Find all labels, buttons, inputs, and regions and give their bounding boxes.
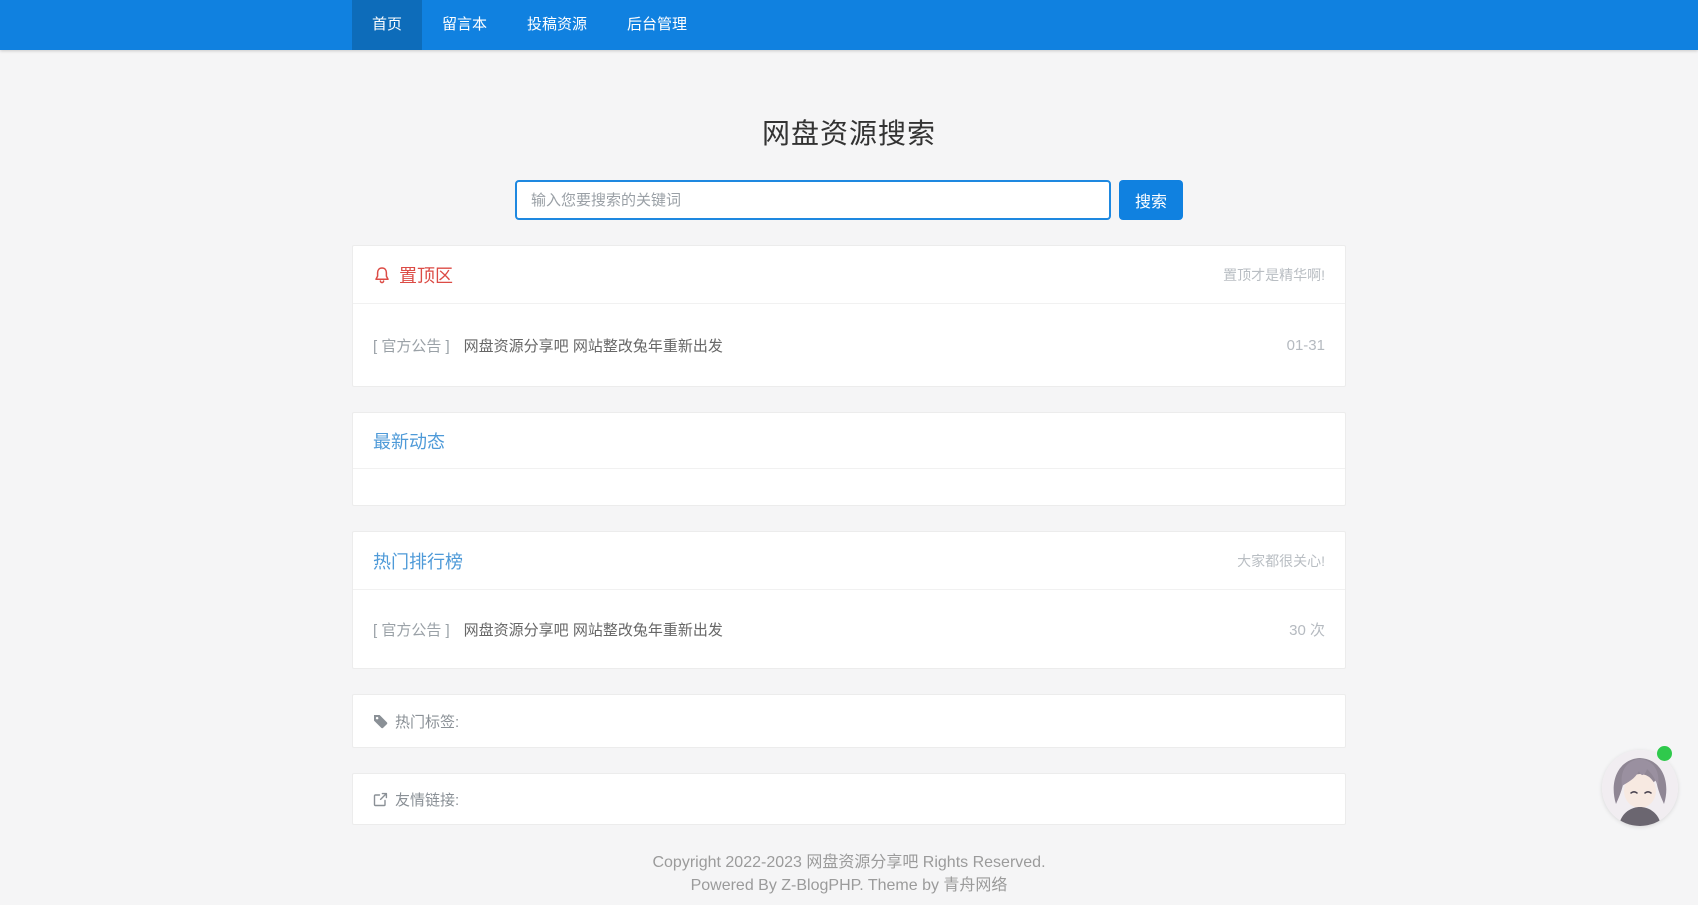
search-input[interactable] <box>515 180 1111 220</box>
card-pinned: 置顶区 置顶才是精华啊! [ 官方公告 ] 网盘资源分享吧 网站整改兔年重新出发… <box>352 245 1346 387</box>
search-bar: 搜索 <box>0 180 1698 220</box>
nav-item-home[interactable]: 首页 <box>352 0 422 50</box>
pinned-title: 置顶区 <box>399 262 453 288</box>
hot-row: [ 官方公告 ] 网盘资源分享吧 网站整改兔年重新出发 30 次 <box>353 590 1345 668</box>
latest-title[interactable]: 最新动态 <box>373 428 445 454</box>
tags-label: 热门标签: <box>395 711 459 732</box>
row-view-count: 30 次 <box>1289 619 1325 640</box>
latest-empty-area <box>353 469 1345 505</box>
row-category: [ 官方公告 ] <box>373 619 450 640</box>
pinned-header: 置顶区 置顶才是精华啊! <box>353 246 1345 304</box>
page-title: 网盘资源搜索 <box>0 112 1698 152</box>
card-hot: 热门排行榜 大家都很关心! [ 官方公告 ] 网盘资源分享吧 网站整改兔年重新出… <box>352 531 1346 669</box>
nav-item-guestbook[interactable]: 留言本 <box>422 0 507 50</box>
nav-item-submit[interactable]: 投稿资源 <box>507 0 607 50</box>
avatar[interactable] <box>1602 750 1678 826</box>
footer-copyright: Copyright 2022-2023 网盘资源分享吧 Rights Reser… <box>352 851 1346 874</box>
row-title-link[interactable]: 网盘资源分享吧 网站整改兔年重新出发 <box>464 619 723 640</box>
hot-header: 热门排行榜 大家都很关心! <box>353 532 1345 590</box>
top-nav: 首页 留言本 投稿资源 后台管理 <box>0 0 1698 50</box>
search-button[interactable]: 搜索 <box>1119 180 1183 220</box>
card-links: 友情链接: <box>352 773 1346 825</box>
row-category: [ 官方公告 ] <box>373 335 450 356</box>
row-date: 01-31 <box>1287 337 1325 354</box>
nav-item-admin[interactable]: 后台管理 <box>607 0 707 50</box>
hot-title[interactable]: 热门排行榜 <box>373 548 463 574</box>
footer: Copyright 2022-2023 网盘资源分享吧 Rights Reser… <box>352 851 1346 897</box>
card-tags: 热门标签: <box>352 694 1346 748</box>
latest-header: 最新动态 <box>353 413 1345 469</box>
hot-subtitle: 大家都很关心! <box>1237 551 1325 571</box>
chat-widget[interactable] <box>1602 746 1678 826</box>
pinned-subtitle: 置顶才是精华啊! <box>1223 265 1325 285</box>
external-link-icon <box>373 792 388 807</box>
announcement-row: [ 官方公告 ] 网盘资源分享吧 网站整改兔年重新出发 01-31 <box>353 304 1345 386</box>
tag-icon <box>373 714 388 729</box>
card-latest: 最新动态 <box>352 412 1346 506</box>
online-status-dot <box>1657 746 1672 761</box>
links-label: 友情链接: <box>395 789 459 810</box>
bell-icon <box>373 266 391 284</box>
row-title-link[interactable]: 网盘资源分享吧 网站整改兔年重新出发 <box>464 335 723 356</box>
footer-powered-by: Powered By Z-BlogPHP. Theme by 青舟网络 <box>352 874 1346 897</box>
avatar-image <box>1602 750 1678 826</box>
